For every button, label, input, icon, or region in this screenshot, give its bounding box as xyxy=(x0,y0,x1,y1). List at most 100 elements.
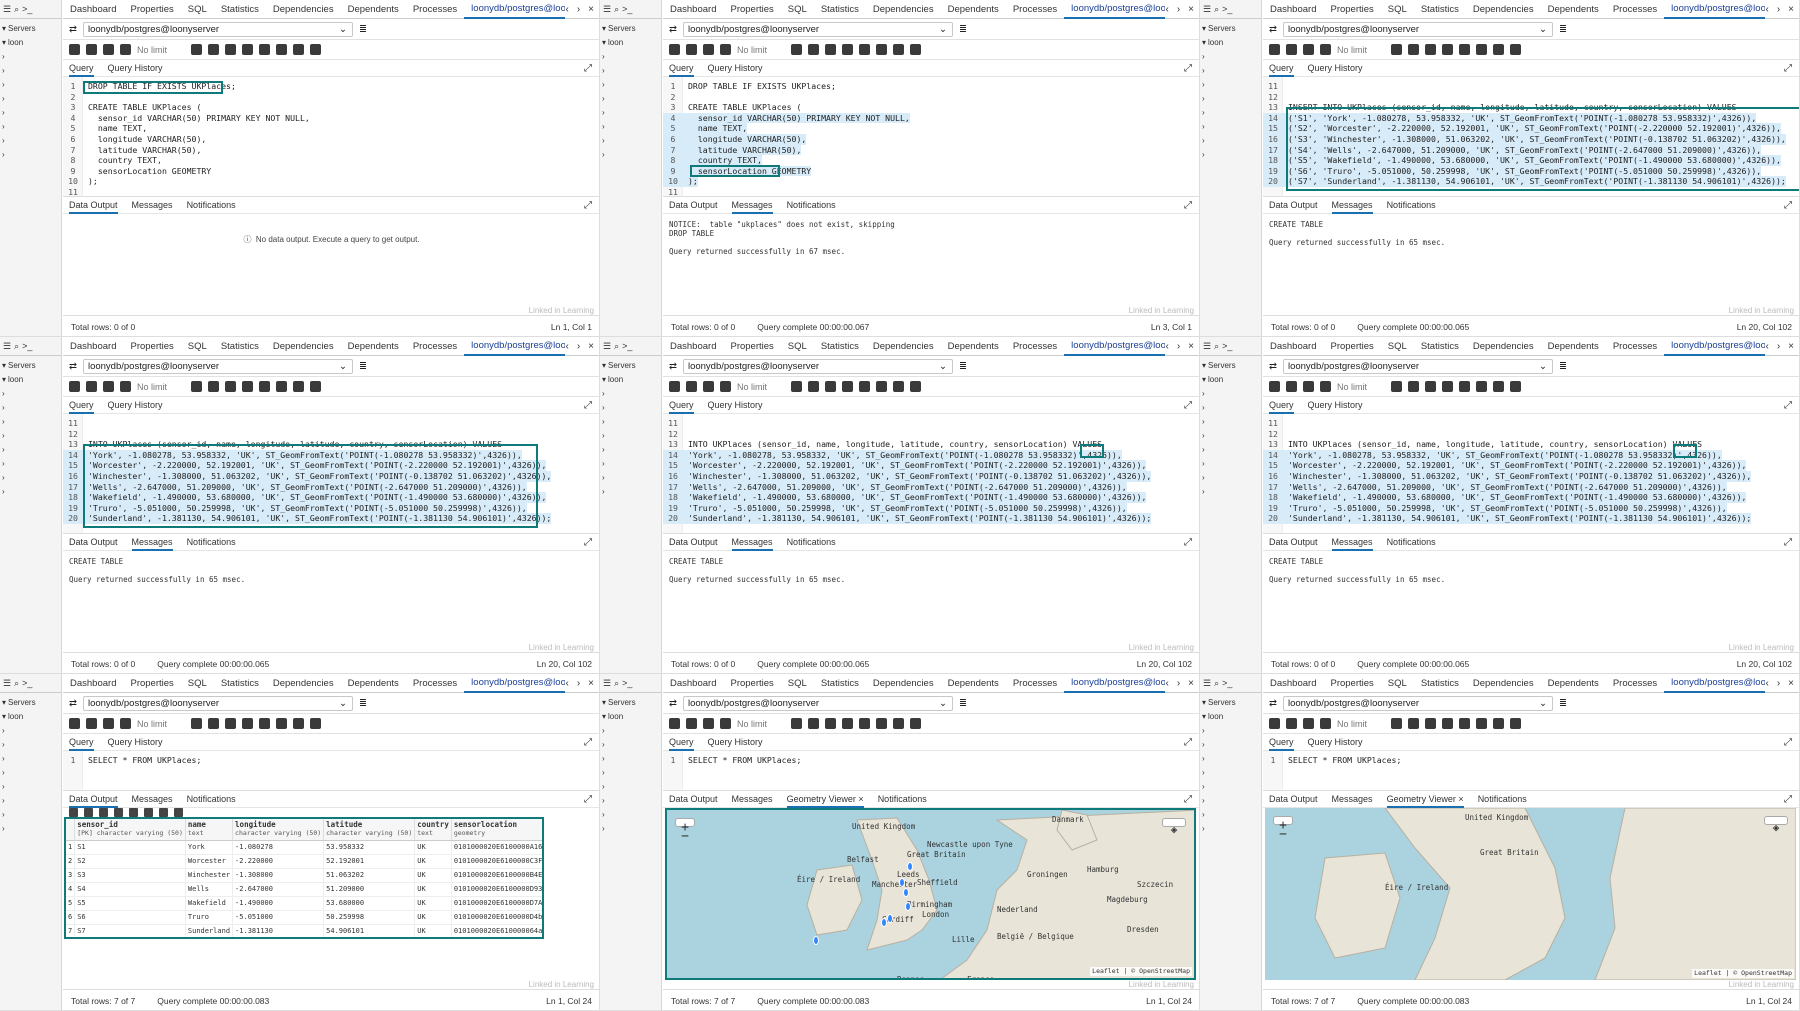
tab-statistics[interactable]: Statistics xyxy=(814,678,866,689)
sql-editor[interactable]: 1 DROP TABLE IF EXISTS UKPlaces; 2 3 CREATE … xyxy=(663,77,1199,197)
tab-dependencies[interactable]: Dependencies xyxy=(866,678,941,689)
sql-editor[interactable]: 11 12 13 INSERT INTO UKPlaces (sensor_id, n… xyxy=(1263,77,1799,197)
expand-icon[interactable]: ⤢ xyxy=(584,537,592,548)
limit-select[interactable]: No limit xyxy=(737,45,785,55)
tab-sql[interactable]: SQL xyxy=(1381,4,1414,15)
chevron-right-icon[interactable]: › xyxy=(1202,136,1205,145)
table-cell[interactable]: -1.308000 xyxy=(232,868,325,883)
tab-sql[interactable]: SQL xyxy=(181,4,214,15)
tree-node[interactable]: › xyxy=(2,779,61,793)
tree-node[interactable]: › xyxy=(602,737,661,751)
tree-node[interactable]: › xyxy=(1202,91,1261,105)
chevron-right-icon[interactable]: › xyxy=(1177,341,1180,352)
open-file-icon[interactable] xyxy=(1269,44,1280,55)
tree-node[interactable]: › xyxy=(2,807,61,821)
help-icon[interactable] xyxy=(1510,718,1521,729)
chevron-right-icon[interactable]: › xyxy=(2,52,5,61)
table-cell[interactable]: S1 xyxy=(74,840,186,855)
save-icon[interactable] xyxy=(1286,718,1297,729)
tree-node[interactable]: › xyxy=(602,779,661,793)
expand-icon[interactable]: ⤢ xyxy=(1784,400,1792,411)
table-cell[interactable]: S4 xyxy=(74,882,186,897)
stop-icon[interactable] xyxy=(191,718,202,729)
menu-icon[interactable]: ☰ xyxy=(3,4,11,15)
tree-node[interactable]: › xyxy=(1202,793,1261,807)
database-icon[interactable]: ≣ xyxy=(1559,24,1567,35)
map-marker[interactable] xyxy=(813,936,819,945)
tree-node[interactable]: › xyxy=(2,470,61,484)
row-number[interactable]: 3 xyxy=(65,868,76,883)
tree-node[interactable]: ▾ loon xyxy=(602,35,661,49)
chevron-right-icon[interactable]: › xyxy=(2,431,5,440)
tab-dependencies[interactable]: Dependencies xyxy=(266,341,341,352)
tree-node[interactable]: › xyxy=(1202,119,1261,133)
open-file-icon[interactable] xyxy=(669,381,680,392)
execute-icon[interactable] xyxy=(208,718,219,729)
chevron-right-icon[interactable]: › xyxy=(2,810,5,819)
edit-icon[interactable] xyxy=(703,44,714,55)
tab-properties[interactable]: Properties xyxy=(1323,4,1380,15)
tree-node[interactable]: › xyxy=(602,105,661,119)
tab-processes[interactable]: Processes xyxy=(1006,341,1064,352)
chevron-left-icon[interactable]: ‹ xyxy=(565,341,568,352)
tree-node[interactable]: ▾ loon xyxy=(602,372,661,386)
database-icon[interactable]: ≣ xyxy=(359,24,367,35)
tab-statistics[interactable]: Statistics xyxy=(1414,341,1466,352)
tree-node[interactable]: ▾ Servers xyxy=(1202,21,1261,35)
rollback-icon[interactable] xyxy=(276,381,287,392)
tab-statistics[interactable]: Statistics xyxy=(214,4,266,15)
table-cell[interactable]: Wakefield xyxy=(185,896,234,911)
tab-messages[interactable]: Messages xyxy=(1331,197,1373,214)
tab-properties[interactable]: Properties xyxy=(723,341,780,352)
tree-node[interactable]: › xyxy=(2,484,61,498)
chevron-right-icon[interactable]: › xyxy=(2,487,5,496)
tree-node[interactable]: › xyxy=(1202,49,1261,63)
map-marker[interactable] xyxy=(905,902,911,911)
filter-icon[interactable] xyxy=(1320,381,1331,392)
execute-icon[interactable] xyxy=(808,381,819,392)
tree-node[interactable]: › xyxy=(602,751,661,765)
save-icon[interactable] xyxy=(86,718,97,729)
grid-tool-icon[interactable] xyxy=(129,808,138,817)
rollback-icon[interactable] xyxy=(876,381,887,392)
tab-dependents[interactable]: Dependents xyxy=(1541,678,1606,689)
expand-icon[interactable]: ⤢ xyxy=(1784,794,1792,805)
filter-icon[interactable] xyxy=(1320,718,1331,729)
chevron-right-icon[interactable]: › xyxy=(2,740,5,749)
chevron-right-icon[interactable]: › xyxy=(602,431,605,440)
menu-icon[interactable]: ☰ xyxy=(3,678,11,689)
chevron-right-icon[interactable]: › xyxy=(577,678,580,689)
chevron-down-icon[interactable]: ▾ xyxy=(2,24,6,33)
column-header[interactable]: country text xyxy=(414,818,452,841)
tab-processes[interactable]: Processes xyxy=(406,4,464,15)
explain-icon[interactable] xyxy=(1425,381,1436,392)
tab-data-output[interactable]: Data Output xyxy=(669,200,718,210)
chevron-down-icon[interactable]: ▾ xyxy=(602,361,606,370)
explain-icon[interactable] xyxy=(825,381,836,392)
terminal-icon[interactable]: >_ xyxy=(22,341,32,351)
save-icon[interactable] xyxy=(686,44,697,55)
tree-node[interactable]: ▾ loon xyxy=(1202,35,1261,49)
tab-messages[interactable]: Messages xyxy=(131,534,173,551)
stop-icon[interactable] xyxy=(791,718,802,729)
execute-icon[interactable] xyxy=(1408,718,1419,729)
tree-node[interactable]: › xyxy=(1202,414,1261,428)
tab-geometry-viewer[interactable]: Geometry Viewer × xyxy=(1386,791,1464,808)
macros-icon[interactable] xyxy=(293,44,304,55)
tree-node[interactable]: › xyxy=(1202,807,1261,821)
tab-notifications[interactable]: Notifications xyxy=(787,200,836,210)
menu-icon[interactable]: ☰ xyxy=(603,341,611,352)
expand-icon[interactable]: ⤢ xyxy=(1184,200,1192,211)
expand-icon[interactable]: ⤢ xyxy=(1784,737,1792,748)
tab-processes[interactable]: Processes xyxy=(1606,4,1664,15)
chevron-right-icon[interactable]: › xyxy=(1202,403,1205,412)
execute-icon[interactable] xyxy=(808,44,819,55)
chevron-right-icon[interactable]: › xyxy=(2,782,5,791)
chevron-down-icon[interactable]: ▾ xyxy=(2,361,6,370)
tree-node[interactable]: › xyxy=(2,133,61,147)
table-row[interactable]: 3 S3 Winchester -1.308000 51.063202 UK 0101000… xyxy=(65,868,544,883)
chevron-right-icon[interactable]: › xyxy=(1202,94,1205,103)
chevron-left-icon[interactable]: ‹ xyxy=(565,4,568,15)
limit-select[interactable]: No limit xyxy=(1337,382,1385,392)
macros-icon[interactable] xyxy=(893,44,904,55)
